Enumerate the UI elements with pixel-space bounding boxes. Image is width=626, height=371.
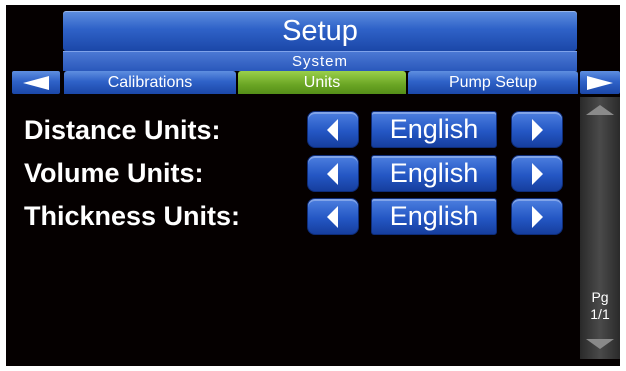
page-value: 1/1 xyxy=(590,306,610,322)
distance-units-decrement-button[interactable] xyxy=(307,111,359,148)
next-tab-button[interactable] xyxy=(580,71,620,94)
left-arrow-icon xyxy=(327,205,338,228)
tab-label: Calibrations xyxy=(107,73,193,91)
volume-units-increment-button[interactable] xyxy=(511,155,563,192)
right-triangle-icon xyxy=(587,75,613,90)
page-indicator: Pg 1/1 xyxy=(580,289,620,323)
category-label: System xyxy=(63,51,577,71)
thickness-units-value: English xyxy=(371,198,497,235)
prev-tab-button[interactable] xyxy=(12,71,60,94)
right-arrow-icon xyxy=(532,162,543,185)
page-label: Pg xyxy=(591,289,609,305)
tab-label: Units xyxy=(303,73,341,91)
tab-label: Pump Setup xyxy=(448,73,538,91)
right-arrow-icon xyxy=(532,205,543,228)
thickness-units-label: Thickness Units: xyxy=(24,201,241,231)
left-arrow-icon xyxy=(327,162,338,185)
page-title: Setup xyxy=(63,11,577,51)
setup-screen: Setup System Calibrations Units Pump Set… xyxy=(6,5,620,366)
tab-units[interactable]: Units xyxy=(238,71,406,94)
thickness-units-increment-button[interactable] xyxy=(511,198,563,235)
scrollbar[interactable]: Pg 1/1 xyxy=(580,97,620,359)
volume-units-label: Volume Units: xyxy=(24,158,204,188)
distance-units-increment-button[interactable] xyxy=(511,111,563,148)
distance-units-label: Distance Units: xyxy=(24,115,221,145)
up-triangle-icon[interactable] xyxy=(586,105,614,115)
tab-calibrations[interactable]: Calibrations xyxy=(64,71,236,94)
distance-units-value: English xyxy=(371,111,497,148)
left-triangle-icon xyxy=(23,75,49,90)
down-triangle-icon[interactable] xyxy=(586,339,614,349)
volume-units-decrement-button[interactable] xyxy=(307,155,359,192)
right-arrow-icon xyxy=(532,118,543,141)
thickness-units-decrement-button[interactable] xyxy=(307,198,359,235)
left-arrow-icon xyxy=(327,118,338,141)
volume-units-value: English xyxy=(371,155,497,192)
tab-pump-setup[interactable]: Pump Setup xyxy=(408,71,578,94)
